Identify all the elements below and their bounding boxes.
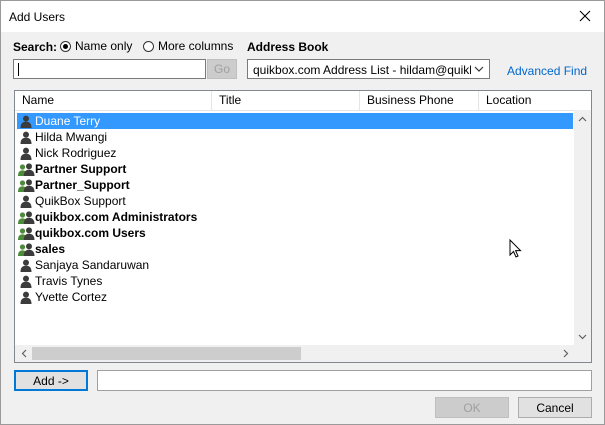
scroll-left-button[interactable]	[15, 345, 32, 362]
user-icon	[17, 113, 35, 129]
column-header-location[interactable]: Location	[479, 91, 591, 110]
horizontal-scroll-thumb[interactable]	[32, 347, 301, 360]
user-icon	[17, 289, 35, 305]
user-icon	[17, 145, 35, 161]
list-item-name: Sanjaya Sandaruwan	[35, 258, 150, 272]
horizontal-scrollbar[interactable]	[15, 345, 574, 362]
text-cursor	[18, 63, 19, 76]
scroll-down-button[interactable]	[574, 328, 591, 345]
list-item[interactable]: Partner Support	[17, 161, 573, 177]
list-item-name: Travis Tynes	[35, 274, 103, 288]
user-icon	[17, 273, 35, 289]
list-item[interactable]: sales	[17, 241, 573, 257]
group-icon	[17, 177, 35, 193]
radio-more-columns[interactable]: More columns	[143, 39, 233, 53]
address-book-label: Address Book	[247, 40, 329, 54]
column-header-title[interactable]: Title	[212, 91, 360, 110]
list-item[interactable]: Partner_Support	[17, 177, 573, 193]
group-icon	[17, 209, 35, 225]
list-item[interactable]: Duane Terry	[17, 113, 573, 129]
vertical-scrollbar[interactable]	[574, 110, 591, 345]
list-item[interactable]: Nick Rodriguez	[17, 145, 573, 161]
scrollbar-corner	[574, 345, 591, 362]
list-item-name: QuikBox Support	[35, 194, 126, 208]
ok-button[interactable]: OK	[435, 397, 509, 418]
go-button[interactable]: Go	[207, 59, 237, 79]
user-icon	[17, 193, 35, 209]
title-bar: Add Users	[1, 1, 604, 32]
radio-more-columns-label: More columns	[158, 39, 234, 53]
address-book-dropdown[interactable]: quikbox.com Address List - hildam@quikbo…	[247, 59, 490, 79]
header-divider	[15, 110, 591, 111]
window-title: Add Users	[9, 10, 66, 24]
list-item[interactable]: Travis Tynes	[17, 273, 573, 289]
list-item-name: Hilda Mwangi	[35, 130, 108, 144]
chevron-up-icon	[578, 116, 587, 121]
add-button[interactable]: Add ->	[14, 370, 88, 391]
close-button[interactable]	[574, 5, 596, 27]
chevron-right-icon	[563, 349, 568, 358]
list-item[interactable]: QuikBox Support	[17, 193, 573, 209]
group-icon	[17, 225, 35, 241]
list-item[interactable]: Yvette Cortez	[17, 289, 573, 305]
close-icon	[579, 10, 591, 22]
list-item-name: Nick Rodriguez	[35, 146, 117, 160]
list-item[interactable]: quikbox.com Administrators	[17, 209, 573, 225]
address-book-selected: quikbox.com Address List - hildam@quikbo…	[253, 63, 471, 77]
advanced-find-link[interactable]: Advanced Find	[507, 64, 587, 78]
chevron-down-icon	[474, 66, 484, 72]
list-item-name: Partner_Support	[35, 178, 130, 192]
add-users-dialog: Add Users Search: Name only More columns…	[0, 0, 605, 425]
chevron-down-icon	[578, 334, 587, 339]
chevron-left-icon	[21, 349, 26, 358]
radio-indicator	[143, 40, 154, 52]
users-list[interactable]: Name Title Business Phone Location Duane…	[14, 90, 592, 363]
group-icon	[17, 161, 35, 177]
group-icon	[17, 241, 35, 257]
add-recipients-field[interactable]	[97, 370, 592, 391]
list-item[interactable]: quikbox.com Users	[17, 225, 573, 241]
cancel-button[interactable]: Cancel	[518, 397, 592, 418]
list-item-name: quikbox.com Administrators	[35, 210, 198, 224]
list-item-name: Duane Terry	[35, 114, 101, 128]
column-header-business-phone[interactable]: Business Phone	[360, 91, 479, 110]
scroll-up-button[interactable]	[574, 110, 591, 127]
scroll-right-button[interactable]	[557, 345, 574, 362]
radio-name-only[interactable]: Name only	[60, 39, 132, 53]
list-item-name: Yvette Cortez	[35, 290, 108, 304]
mouse-pointer-icon	[509, 239, 522, 258]
user-icon	[17, 257, 35, 273]
radio-name-only-label: Name only	[75, 39, 133, 53]
list-item-name: sales	[35, 242, 66, 256]
list-item[interactable]: Hilda Mwangi	[17, 129, 573, 145]
list-item[interactable]: Sanjaya Sandaruwan	[17, 257, 573, 273]
list-item-name: Partner Support	[35, 162, 127, 176]
column-header-name[interactable]: Name	[15, 91, 212, 110]
search-label: Search:	[13, 40, 58, 54]
radio-indicator-checked	[60, 40, 71, 52]
list-item-name: quikbox.com Users	[35, 226, 146, 240]
search-input[interactable]	[13, 59, 206, 79]
user-icon	[17, 129, 35, 145]
